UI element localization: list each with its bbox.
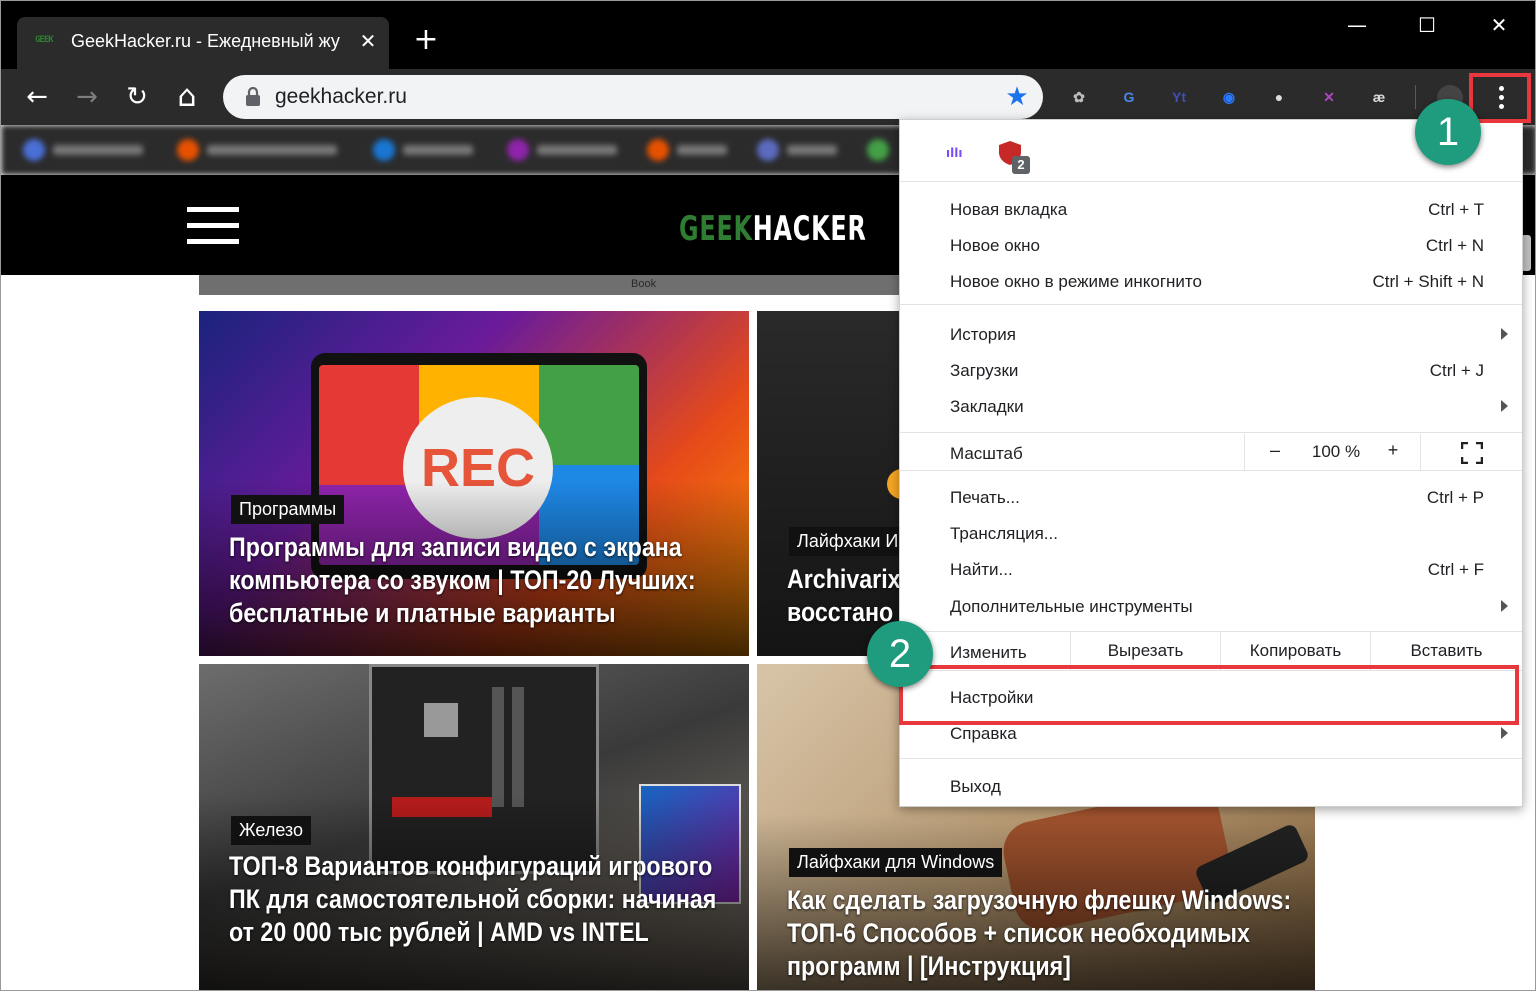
active-tab[interactable]: GEEK GeekHacker.ru - Ежедневный жу ✕ (17, 17, 389, 69)
yt-extension-icon[interactable]: Yt (1165, 83, 1193, 111)
fullscreen-icon[interactable] (1461, 442, 1483, 464)
article-title[interactable]: Как сделать загрузочную флешку Windows: … (787, 884, 1303, 983)
bookmark-star-icon[interactable]: ★ (1003, 81, 1031, 113)
menu-bookmarks[interactable]: Закладки (950, 397, 1024, 417)
zoom-in-button[interactable]: + (1383, 440, 1403, 461)
menu-incognito-window[interactable]: Новое окно в режиме инкогнито (950, 272, 1202, 292)
x-extension-icon[interactable]: ✕ (1315, 83, 1343, 111)
article-title[interactable]: Программы для записи видео с экрана комп… (229, 531, 719, 630)
fullscreen-cell (1420, 434, 1522, 470)
highlight-menu-button (1469, 73, 1531, 123)
highlight-settings (899, 665, 1519, 725)
category-badge[interactable]: Лайфхаки для Windows (789, 848, 1003, 877)
menu-cast[interactable]: Трансляция... (950, 524, 1058, 544)
submenu-arrow-icon (1501, 600, 1508, 612)
book-label: Book (631, 278, 657, 290)
zoom-value: 100 % (1311, 442, 1361, 461)
article-title[interactable]: ТОП-8 Вариантов конфигураций игрового ПК… (229, 850, 728, 949)
ublock-icon[interactable]: 2 (998, 140, 1032, 176)
menu-downloads[interactable]: Загрузки (950, 361, 1018, 381)
google-translate-icon[interactable]: G (1115, 83, 1143, 111)
back-button[interactable]: ← (21, 81, 53, 113)
shortcut-incognito: Ctrl + Shift + N (1372, 272, 1484, 291)
shortcut-new-window: Ctrl + N (1425, 236, 1484, 255)
shortcut-find: Ctrl + F (1427, 560, 1484, 579)
reload-button[interactable]: ↻ (121, 81, 153, 113)
bookmark-item[interactable] (373, 137, 483, 163)
geekhacker-favicon-icon: GEEK (35, 35, 54, 45)
title-bar: GEEK GeekHacker.ru - Ежедневный жу ✕ + —… (1, 1, 1535, 69)
book-strip: Book (199, 275, 919, 295)
lock-icon (246, 87, 260, 106)
submenu-arrow-icon (1501, 400, 1508, 412)
menu-history[interactable]: История (950, 325, 1016, 345)
ae-extension-icon[interactable]: æ (1365, 83, 1393, 111)
bookmark-item[interactable] (757, 137, 847, 163)
step-1-badge: 1 (1415, 99, 1481, 165)
bookmark-item[interactable] (23, 137, 153, 163)
browser-window: GEEK GeekHacker.ru - Ежедневный жу ✕ + —… (0, 0, 1536, 991)
bookmark-item[interactable] (177, 137, 347, 163)
article-card[interactable]: REC Программы Программы для записи видео… (199, 311, 749, 656)
minimize-button[interactable]: — (1339, 9, 1375, 41)
bookmark-item[interactable] (507, 137, 627, 163)
menu-exit[interactable]: Выход (950, 777, 1001, 797)
zoom-out-button[interactable]: – (1265, 440, 1285, 461)
category-badge[interactable]: Программы (231, 495, 345, 524)
home-button[interactable]: ⌂ (171, 81, 203, 113)
paw-extension-icon[interactable]: ✿ (1065, 83, 1093, 111)
hamburger-menu-icon[interactable] (187, 205, 239, 247)
close-window-button[interactable]: ✕ (1481, 9, 1517, 41)
site-logo[interactable]: GEEKHACKER (679, 209, 867, 249)
article-card[interactable]: Железо ТОП-8 Вариантов конфигураций игро… (199, 664, 749, 990)
submenu-arrow-icon (1501, 328, 1508, 340)
audio-extension-icon[interactable]: ıllı (946, 146, 972, 164)
address-bar[interactable]: geekhacker.ru ★ (223, 75, 1043, 119)
shortcut-new-tab: Ctrl + T (1428, 200, 1484, 219)
new-tab-button[interactable]: + (411, 25, 441, 55)
forward-button[interactable]: → (71, 81, 103, 113)
shortcut-print: Ctrl + P (1426, 488, 1484, 507)
ublock-count-badge: 2 (1012, 156, 1030, 174)
menu-more-tools[interactable]: Дополнительные инструменты (950, 597, 1193, 617)
menu-help[interactable]: Справка (950, 724, 1017, 744)
article-card[interactable]: Лайфхаки И Archivarix восстано (757, 311, 899, 656)
article-title[interactable]: Archivarix восстано (787, 563, 899, 629)
menu-find[interactable]: Найти... (950, 560, 1013, 580)
menu-zoom-label: Масштаб (950, 444, 1023, 463)
category-badge[interactable]: Лайфхаки И (789, 527, 899, 556)
step-2-badge: 2 (867, 621, 933, 687)
menu-print[interactable]: Печать... (950, 488, 1020, 508)
category-badge[interactable]: Железо (231, 816, 311, 845)
shortcut-downloads: Ctrl + J (1429, 361, 1484, 380)
url-text: geekhacker.ru (275, 85, 407, 108)
tab-close-icon[interactable]: ✕ (357, 29, 379, 53)
bookmark-item[interactable] (647, 137, 737, 163)
chat-extension-icon[interactable]: ● (1265, 83, 1293, 111)
tab-title: GeekHacker.ru - Ежедневный жу (71, 31, 340, 51)
maximize-button[interactable]: ☐ (1409, 9, 1445, 41)
menu-edit-label: Изменить (950, 643, 1027, 662)
toolbar-divider (1415, 85, 1416, 109)
menu-new-window[interactable]: Новое окно (950, 236, 1040, 256)
menu-new-tab[interactable]: Новая вкладка (950, 200, 1067, 220)
vpn-extension-icon[interactable]: ◉ (1215, 83, 1243, 111)
toolbar: ← → ↻ ⌂ geekhacker.ru ★ ✿ G Yt ◉ ● ✕ æ (1, 69, 1535, 125)
submenu-arrow-icon (1501, 727, 1508, 739)
zoom-controls: – 100 % + (1244, 434, 1420, 470)
